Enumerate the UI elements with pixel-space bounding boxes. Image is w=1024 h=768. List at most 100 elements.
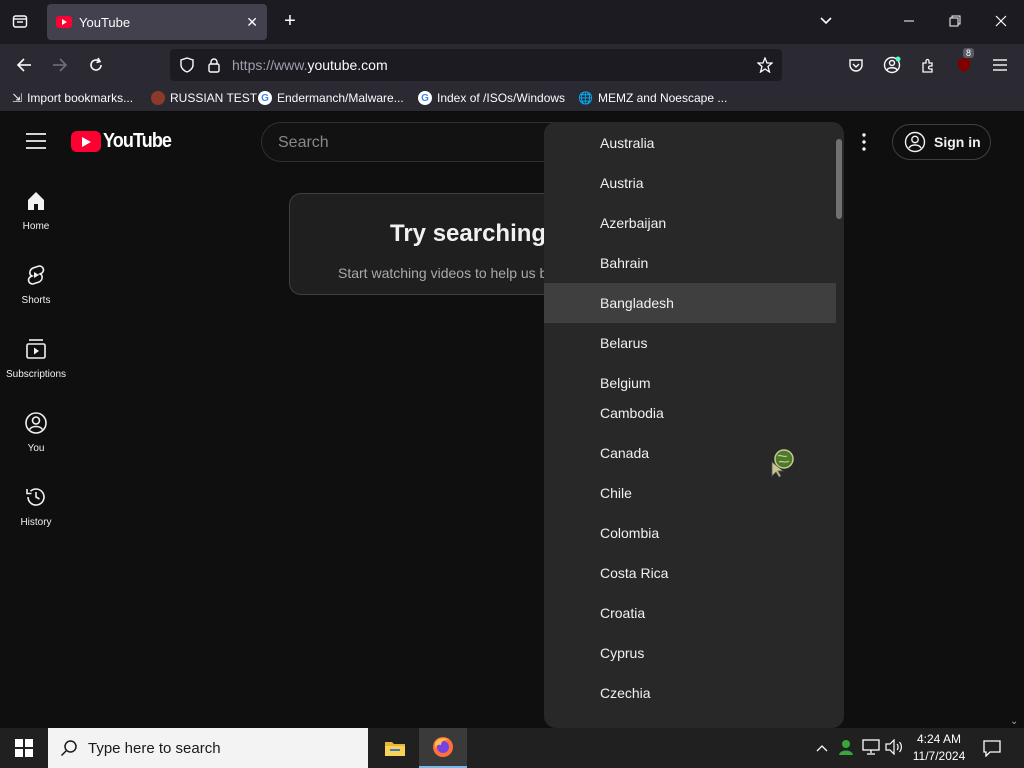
country-option-highlighted[interactable]: Bangladesh (544, 283, 836, 323)
promo-title: Try searching (390, 220, 547, 247)
globe-cursor-icon (770, 448, 796, 483)
close-window-icon[interactable] (990, 10, 1012, 32)
more-vert-icon[interactable] (861, 133, 867, 156)
google-icon: G (258, 91, 272, 105)
country-option[interactable]: Croatia (544, 593, 836, 633)
country-option[interactable]: Czechia (544, 673, 836, 713)
notification-icon[interactable] (983, 739, 1001, 762)
country-option[interactable]: Australia (544, 123, 836, 163)
bookmark-label: RUSSIAN TEST (170, 91, 258, 105)
account-icon[interactable] (881, 54, 903, 76)
sidebar-item-home[interactable]: Home (0, 189, 72, 232)
youtube-logo[interactable]: YouTube (71, 130, 179, 153)
country-option[interactable]: Costa Rica (544, 553, 836, 593)
taskbar-clock[interactable]: 4:24 AM 11/7/2024 (905, 731, 973, 765)
windows-start-icon[interactable] (0, 728, 48, 768)
close-tab-icon[interactable]: ✕ (246, 14, 258, 31)
back-arrow-icon[interactable] (13, 54, 35, 76)
bookmark-label: Endermanch/Malware... (277, 91, 404, 105)
dropdown-scrollbar[interactable] (836, 139, 842, 219)
clock-time: 4:24 AM (916, 732, 962, 746)
page-scroll-down-icon[interactable]: ⌄ (1010, 716, 1018, 727)
country-option[interactable]: Austria (544, 163, 836, 203)
bookmark-label: Import bookmarks... (27, 91, 134, 105)
promo-subtitle: Start watching videos to help us b (338, 265, 548, 281)
country-option[interactable]: Belarus (544, 323, 836, 363)
new-tab-icon[interactable]: + (279, 10, 301, 32)
lock-icon[interactable] (203, 54, 225, 76)
bookmark-endermanch[interactable]: G Endermanch/Malware... (258, 91, 404, 105)
youtube-favicon-icon (56, 16, 72, 28)
taskbar-search-input[interactable]: Type here to search (48, 728, 368, 768)
sidebar-label: Home (22, 221, 50, 232)
sign-in-button[interactable]: Sign in (892, 124, 991, 160)
browser-tab-bar: YouTube ✕ + (0, 0, 1024, 44)
shorts-icon (0, 263, 72, 287)
bookmark-star-icon[interactable] (754, 54, 776, 76)
import-icon: ⇲ (12, 91, 23, 105)
google-icon: G (418, 91, 432, 105)
search-input[interactable]: Search (261, 122, 561, 162)
bookmarks-toolbar: ⇲ Import bookmarks... RUSSIAN TEST G End… (0, 86, 1024, 112)
extensions-icon[interactable] (917, 54, 939, 76)
volume-icon[interactable] (885, 738, 903, 760)
bookmark-memz[interactable]: 🌐 MEMZ and Noescape ... (578, 91, 727, 105)
shield-icon[interactable] (176, 54, 198, 76)
bookmark-import[interactable]: ⇲ Import bookmarks... (12, 91, 133, 105)
menu-hamburger-icon[interactable] (989, 54, 1011, 76)
country-dropdown[interactable]: Australia Austria Azerbaijan Bahrain Ban… (544, 122, 844, 728)
youtube-page: YouTube Search Sign in Home Shorts Subsc… (0, 113, 1024, 728)
ublock-icon[interactable]: 8 (953, 48, 975, 76)
pocket-icon[interactable] (845, 54, 867, 76)
country-option[interactable]: Azerbaijan (544, 203, 836, 243)
sidebar-item-history[interactable]: History (0, 485, 72, 528)
url-text[interactable]: https://www.youtube.com (232, 57, 388, 73)
logo-text: YouTube (103, 130, 172, 152)
tab-youtube[interactable]: YouTube ✕ (47, 4, 267, 40)
bookmark-index-isos[interactable]: G Index of /ISOs/Windows (418, 91, 565, 105)
taskbar-search-placeholder: Type here to search (88, 739, 221, 757)
globe-icon: 🌐 (578, 91, 593, 105)
russian-test-favicon-icon (151, 91, 165, 105)
browser-nav-bar: https://www.youtube.com 8 (0, 44, 1024, 86)
sidebar-label: Shorts (21, 295, 51, 306)
country-option[interactable]: Cyprus (544, 633, 836, 673)
sidebar-label: You (27, 443, 45, 454)
user-circle-icon (904, 131, 926, 153)
chevron-down-icon[interactable] (815, 10, 837, 32)
guide-menu-icon[interactable] (26, 133, 46, 154)
extension-badge: 8 (963, 48, 975, 58)
sign-in-label: Sign in (934, 134, 981, 150)
forward-arrow-icon[interactable] (49, 54, 71, 76)
clock-date: 11/7/2024 (912, 749, 966, 763)
tab-title: YouTube (79, 14, 131, 30)
sidebar-label: Subscriptions (5, 369, 67, 380)
bookmark-label: Index of /ISOs/Windows (437, 91, 566, 105)
sidebar-item-shorts[interactable]: Shorts (0, 263, 72, 306)
restore-icon[interactable] (944, 10, 966, 32)
show-hidden-icons-icon[interactable] (816, 740, 828, 758)
history-icon (0, 485, 72, 509)
bookmark-russian-test[interactable]: RUSSIAN TEST (151, 91, 257, 105)
country-option[interactable]: Belgium (544, 363, 836, 393)
file-explorer-icon[interactable] (371, 728, 419, 768)
sidebar-item-subscriptions[interactable]: Subscriptions (0, 337, 72, 380)
tab-list-icon[interactable] (9, 10, 31, 32)
reload-icon[interactable] (85, 54, 107, 76)
url-host: youtube.com (307, 57, 388, 73)
windows-taskbar: Type here to search 4:24 AM 11/7/2024 (0, 728, 1024, 768)
country-option[interactable]: Bahrain (544, 243, 836, 283)
firefox-icon[interactable] (419, 728, 467, 768)
sidebar-item-you[interactable]: You (0, 411, 72, 454)
home-icon (0, 189, 72, 213)
url-protocol: https://www. (232, 57, 308, 73)
user-tray-icon[interactable] (837, 738, 855, 761)
search-icon (60, 739, 78, 757)
search-placeholder: Search (278, 134, 329, 151)
youtube-play-icon (71, 131, 101, 152)
country-option[interactable]: Colombia (544, 513, 836, 553)
network-icon[interactable] (862, 739, 880, 760)
url-bar[interactable]: https://www.youtube.com (170, 49, 782, 81)
country-option[interactable]: Cambodia (544, 393, 836, 433)
minimize-icon[interactable] (898, 10, 920, 32)
